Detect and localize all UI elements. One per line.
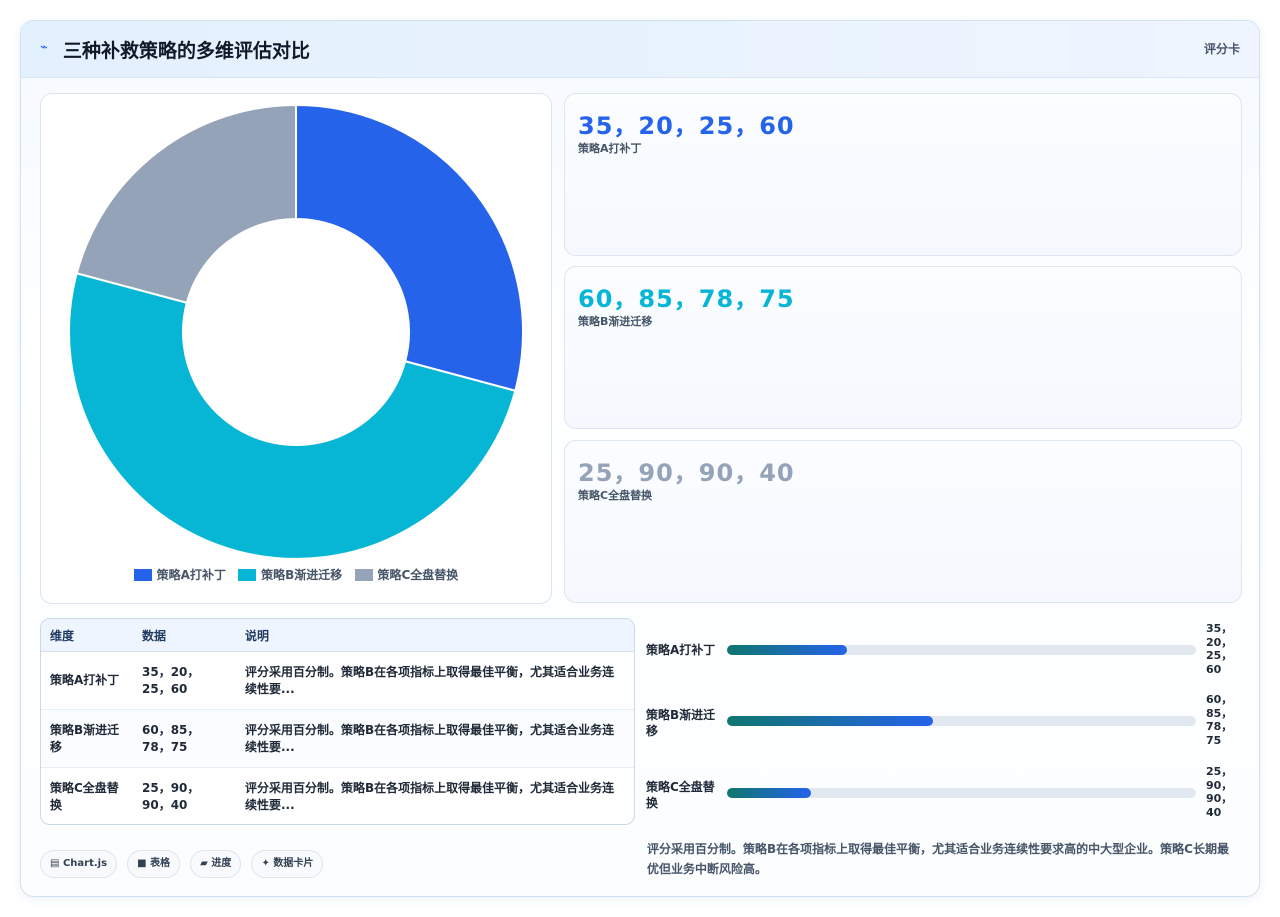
chart-icon: ▤ <box>50 858 60 869</box>
legend-label: 策略A打补丁 <box>156 568 226 582</box>
chip-label: 进度 <box>211 858 232 869</box>
progress-fill <box>727 788 812 798</box>
table-cell: 评分采用百分制。策略B在各项指标上取得最佳平衡，尤其适合业务连续性要... <box>245 780 615 812</box>
table-header-row: 维度 数据 说明 <box>41 619 634 652</box>
sparkle-icon: ✦ <box>261 858 270 869</box>
progress-value: 60，85，78，75 <box>1206 693 1233 747</box>
slice-strategy-a[interactable] <box>295 103 524 392</box>
table-cell: 策略A打补丁 <box>41 651 133 710</box>
legend-swatch <box>238 569 257 581</box>
legend-swatch <box>133 569 152 581</box>
legend-item-a[interactable]: 策略A打补丁 <box>133 566 226 583</box>
chip-progress[interactable]: ▰ 进度 <box>190 850 242 878</box>
stat-value: 25，90，90，40 <box>578 459 795 487</box>
stat-card-a: 35，20，25，60 策略A打补丁 <box>564 93 1242 256</box>
progress-fill <box>727 716 934 726</box>
progress-row-b: 策略B渐进迁移 60，85，78，75 <box>646 689 1246 749</box>
stat-card-b: 60，85，78，75 策略B渐进迁移 <box>564 266 1242 429</box>
footnote: 评分采用百分制。策略B在各项指标上取得最佳平衡，尤其适合业务连续性要求高的中大型… <box>647 842 1229 876</box>
progress-label: 策略B渐进迁移 <box>646 708 716 738</box>
table-cell: 策略C全盘替换 <box>50 780 119 812</box>
progress-row-a: 策略A打补丁 35，20，25，60 <box>646 618 1246 678</box>
progress-track <box>727 645 1196 655</box>
progress-value: 35，20，25，60 <box>1206 622 1233 676</box>
chart-legend: 策略A打补丁 策略B渐进迁移 策略C全盘替换 <box>41 566 551 583</box>
legend-label: 策略B渐进迁移 <box>261 568 343 582</box>
table-cell: 35，20，25，60 <box>133 651 236 710</box>
card-tag: 评分卡 <box>1203 42 1240 56</box>
progress-icon: ▰ <box>200 858 208 869</box>
stat-card-c: 25，90，90，40 策略C全盘替换 <box>564 440 1242 603</box>
chip-label: 数据卡片 <box>273 858 314 869</box>
legend-label: 策略C全盘替换 <box>377 568 459 582</box>
tech-chips: ▤ Chart.js ■ 表格 ▰ 进度 ✦ 数据卡片 <box>40 850 328 878</box>
progress-fill <box>727 645 847 655</box>
stat-value: 60，85，78，75 <box>578 285 795 313</box>
chip-chartjs[interactable]: ▤ Chart.js <box>40 850 118 878</box>
stat-label: 策略C全盘替换 <box>578 489 653 502</box>
stat-value: 35，20，25，60 <box>578 112 795 140</box>
doughnut-chart <box>68 103 524 560</box>
table-row: 策略B渐进迁移 60，85，78，75 评分采用百分制。策略B在各项指标上取得最… <box>41 709 634 768</box>
data-table: 维度 数据 说明 策略A打补丁 35，20，25，60 评分采用百分制。策略B在… <box>40 618 635 825</box>
chip-data-cards[interactable]: ✦ 数据卡片 <box>251 850 324 878</box>
progress-list: 策略A打补丁 35，20，25，60 策略B渐进迁移 60，85，78，75 策… <box>646 618 1246 828</box>
progress-track <box>727 788 1196 798</box>
chip-label: Chart.js <box>62 858 108 869</box>
evaluation-card: ⌁ 三种补救策略的多维评估对比 评分卡 策略A打补丁 策略B渐进迁移 策略C全盘… <box>20 20 1260 897</box>
table-row: 策略A打补丁 35，20，25，60 评分采用百分制。策略B在各项指标上取得最佳… <box>41 651 634 710</box>
card-title: 三种补救策略的多维评估对比 <box>63 40 311 62</box>
doughnut-chart-panel: 策略A打补丁 策略B渐进迁移 策略C全盘替换 <box>40 93 552 604</box>
table-cell: 策略B渐进迁移 <box>41 709 133 768</box>
table-cell: 60，85，78，75 <box>133 709 236 768</box>
table-row: 策略C全盘替换 25，90，90，40 评分采用百分制。策略B在各项指标上取得最… <box>41 768 634 825</box>
column-header: 说明 <box>236 619 634 652</box>
card-header: ⌁ 三种补救策略的多维评估对比 评分卡 <box>21 21 1259 78</box>
table-cell: 25，90，90，40 <box>142 780 200 812</box>
table-icon: ■ <box>137 858 147 869</box>
stat-label: 策略A打补丁 <box>578 142 642 155</box>
table-cell: 评分采用百分制。策略B在各项指标上取得最佳平衡，尤其适合业务连续性要... <box>236 709 634 768</box>
slice-strategy-c[interactable] <box>75 103 297 304</box>
lightning-icon: ⌁ <box>40 40 48 55</box>
column-header: 维度 <box>41 619 133 652</box>
progress-value: 25，90，90，40 <box>1206 765 1233 819</box>
progress-track <box>727 716 1196 726</box>
chip-label: 表格 <box>150 858 171 869</box>
legend-swatch <box>354 569 373 581</box>
progress-label: 策略C全盘替换 <box>646 780 715 810</box>
legend-item-b[interactable]: 策略B渐进迁移 <box>238 566 342 583</box>
table-cell: 评分采用百分制。策略B在各项指标上取得最佳平衡，尤其适合业务连续性要... <box>236 651 634 710</box>
chip-table[interactable]: ■ 表格 <box>127 850 181 878</box>
progress-label: 策略A打补丁 <box>646 643 716 657</box>
column-header: 数据 <box>133 619 236 652</box>
progress-row-c: 策略C全盘替换 25，90，90，40 <box>646 761 1246 821</box>
legend-item-c[interactable]: 策略C全盘替换 <box>354 566 459 583</box>
stat-label: 策略B渐进迁移 <box>578 315 653 328</box>
